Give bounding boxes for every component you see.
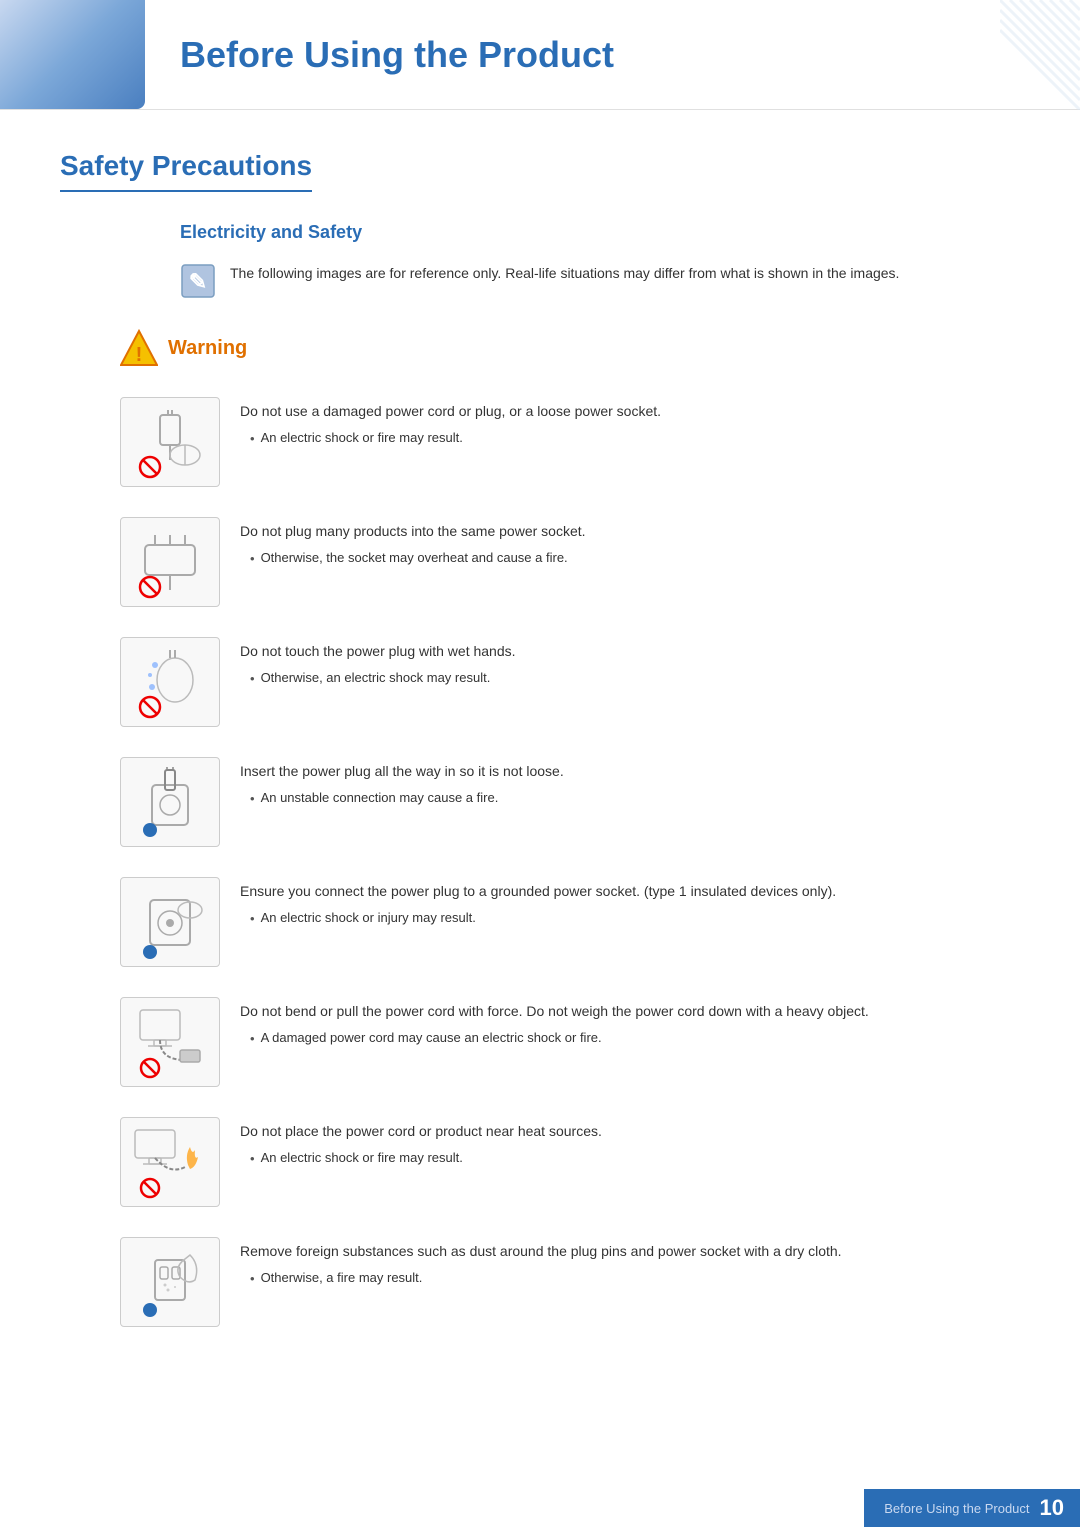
safety-main-3: Do not touch the power plug with wet han… bbox=[240, 641, 1020, 662]
safety-items-list: Do not use a damaged power cord or plug,… bbox=[120, 397, 1020, 1327]
safety-text-4: Insert the power plug all the way in so … bbox=[240, 757, 1020, 809]
safety-image-4 bbox=[120, 757, 220, 847]
bullet-dot: • bbox=[250, 669, 255, 689]
bullet-dot: • bbox=[250, 1269, 255, 1289]
safety-image-7 bbox=[120, 1117, 220, 1207]
safety-bullet-6: • A damaged power cord may cause an elec… bbox=[250, 1028, 1020, 1049]
safety-text-2: Do not plug many products into the same … bbox=[240, 517, 1020, 569]
subsection-title: Electricity and Safety bbox=[180, 222, 1020, 243]
safety-main-4: Insert the power plug all the way in so … bbox=[240, 761, 1020, 782]
safety-image-6 bbox=[120, 997, 220, 1087]
safety-item: Do not place the power cord or product n… bbox=[120, 1117, 1020, 1207]
bullet-text-6: A damaged power cord may cause an electr… bbox=[261, 1028, 602, 1048]
page-footer: Before Using the Product 10 bbox=[864, 1489, 1080, 1527]
warning-icon: ! bbox=[120, 329, 158, 367]
svg-text:!: ! bbox=[136, 344, 143, 366]
safety-item: Do not use a damaged power cord or plug,… bbox=[120, 397, 1020, 487]
safety-image-3 bbox=[120, 637, 220, 727]
safety-main-6: Do not bend or pull the power cord with … bbox=[240, 1001, 1020, 1022]
footer-text: Before Using the Product bbox=[884, 1501, 1029, 1516]
safety-item: Do not plug many products into the same … bbox=[120, 517, 1020, 607]
bullet-text-3: Otherwise, an electric shock may result. bbox=[261, 668, 491, 688]
bullet-text-7: An electric shock or fire may result. bbox=[261, 1148, 463, 1168]
page-header: Before Using the Product bbox=[0, 0, 1080, 110]
safety-item: Ensure you connect the power plug to a g… bbox=[120, 877, 1020, 967]
safety-bullet-5: • An electric shock or injury may result… bbox=[250, 908, 1020, 929]
safety-bullet-3: • Otherwise, an electric shock may resul… bbox=[250, 668, 1020, 689]
safety-main-1: Do not use a damaged power cord or plug,… bbox=[240, 401, 1020, 422]
bullet-dot: • bbox=[250, 789, 255, 809]
page-title: Before Using the Product bbox=[180, 34, 614, 76]
safety-image-2 bbox=[120, 517, 220, 607]
bullet-dot: • bbox=[250, 1149, 255, 1169]
section-title: Safety Precautions bbox=[60, 150, 312, 192]
safety-main-2: Do not plug many products into the same … bbox=[240, 521, 1020, 542]
safety-image-1 bbox=[120, 397, 220, 487]
safety-image-5 bbox=[120, 877, 220, 967]
bullet-text-4: An unstable connection may cause a fire. bbox=[261, 788, 499, 808]
bullet-dot: • bbox=[250, 549, 255, 569]
safety-main-7: Do not place the power cord or product n… bbox=[240, 1121, 1020, 1142]
safety-main-8: Remove foreign substances such as dust a… bbox=[240, 1241, 1020, 1262]
bullet-dot: • bbox=[250, 909, 255, 929]
safety-bullet-8: • Otherwise, a fire may result. bbox=[250, 1268, 1020, 1289]
warning-label: Warning bbox=[168, 337, 247, 360]
bullet-text-1: An electric shock or fire may result. bbox=[261, 428, 463, 448]
top-pattern-decoration bbox=[1000, 0, 1080, 110]
info-box: ✎ The following images are for reference… bbox=[180, 263, 1020, 299]
safety-text-5: Ensure you connect the power plug to a g… bbox=[240, 877, 1020, 929]
bullet-dot: • bbox=[250, 429, 255, 449]
safety-item: Do not touch the power plug with wet han… bbox=[120, 637, 1020, 727]
page-number: 10 bbox=[1040, 1495, 1064, 1521]
header-blue-accent bbox=[0, 0, 145, 109]
bullet-text-2: Otherwise, the socket may overheat and c… bbox=[261, 548, 568, 568]
safety-bullet-7: • An electric shock or fire may result. bbox=[250, 1148, 1020, 1169]
safety-text-6: Do not bend or pull the power cord with … bbox=[240, 997, 1020, 1049]
safety-bullet-2: • Otherwise, the socket may overheat and… bbox=[250, 548, 1020, 569]
bullet-dot: • bbox=[250, 1029, 255, 1049]
safety-main-5: Ensure you connect the power plug to a g… bbox=[240, 881, 1020, 902]
safety-text-8: Remove foreign substances such as dust a… bbox=[240, 1237, 1020, 1289]
bullet-text-8: Otherwise, a fire may result. bbox=[261, 1268, 423, 1288]
info-icon: ✎ bbox=[180, 263, 216, 299]
safety-item: Remove foreign substances such as dust a… bbox=[120, 1237, 1020, 1327]
bullet-text-5: An electric shock or injury may result. bbox=[261, 908, 476, 928]
svg-text:✎: ✎ bbox=[189, 269, 207, 294]
safety-item: Insert the power plug all the way in so … bbox=[120, 757, 1020, 847]
safety-bullet-4: • An unstable connection may cause a fir… bbox=[250, 788, 1020, 809]
safety-item: Do not bend or pull the power cord with … bbox=[120, 997, 1020, 1087]
safety-text-1: Do not use a damaged power cord or plug,… bbox=[240, 397, 1020, 449]
safety-text-7: Do not place the power cord or product n… bbox=[240, 1117, 1020, 1169]
info-text: The following images are for reference o… bbox=[230, 263, 899, 284]
safety-image-8 bbox=[120, 1237, 220, 1327]
warning-box: ! Warning bbox=[120, 329, 1020, 367]
safety-text-3: Do not touch the power plug with wet han… bbox=[240, 637, 1020, 689]
main-content: Safety Precautions Electricity and Safet… bbox=[0, 110, 1080, 1387]
safety-bullet-1: • An electric shock or fire may result. bbox=[250, 428, 1020, 449]
